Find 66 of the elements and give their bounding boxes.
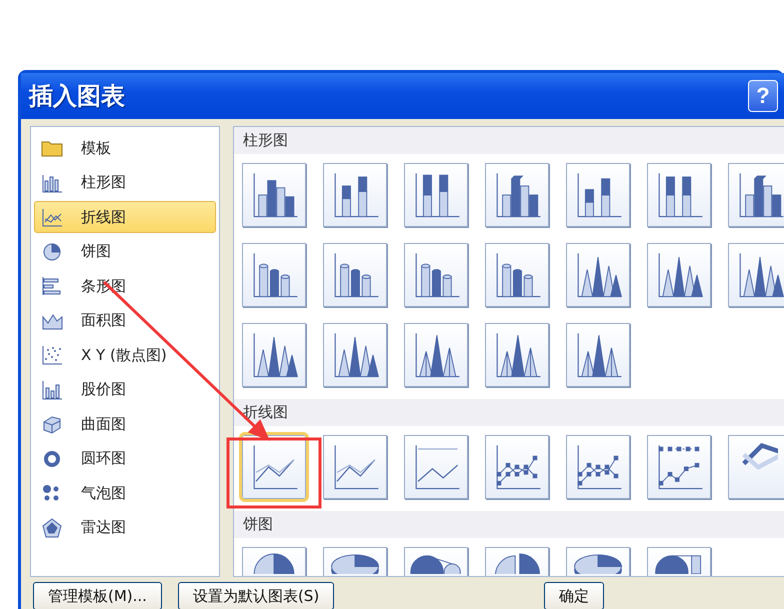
scatter-chart-icon: [41, 345, 63, 365]
bar-chart-icon: [41, 276, 63, 296]
chart-subtype-tile[interactable]: [485, 243, 549, 307]
chart-subtype-tile[interactable]: [242, 323, 306, 387]
chart-type-label: 折线图: [81, 208, 126, 226]
chart-subtype-tile[interactable]: [566, 163, 630, 227]
window-title: 插入图表: [29, 81, 125, 112]
chart-type-item[interactable]: 曲面图: [34, 408, 216, 440]
chart-type-label: 圆环图: [81, 449, 126, 468]
chart-type-item[interactable]: 雷达图: [34, 512, 216, 544]
chart-type-label: 气泡图: [81, 484, 126, 502]
chart-subtype-tile[interactable]: [647, 243, 711, 307]
chart-subtype-tile[interactable]: [242, 435, 306, 499]
pie-chart-icon: [41, 242, 63, 262]
chart-type-item[interactable]: 模板: [34, 132, 216, 164]
chart-type-label: X Y (散点图): [81, 346, 167, 364]
chart-subtype-tile[interactable]: [404, 323, 468, 387]
3d-line-chart-icon: [742, 440, 778, 471]
chart-subtype-tile[interactable]: [485, 435, 549, 499]
chart-subtype-tile[interactable]: [242, 243, 306, 307]
doughnut-chart-icon: [41, 448, 63, 468]
chart-subtype-tile[interactable]: [566, 435, 630, 499]
chart-type-label: 曲面图: [81, 414, 126, 434]
chart-type-label: 饼图: [81, 242, 111, 261]
chart-type-item[interactable]: 气泡图: [34, 477, 216, 509]
chart-type-item[interactable]: 折线图: [34, 201, 216, 233]
chart-type-item[interactable]: X Y (散点图): [34, 339, 216, 371]
line-chart-icon: [41, 207, 63, 227]
chart-subtype-tile[interactable]: [404, 435, 468, 499]
chart-subtype-tile[interactable]: [566, 323, 630, 387]
chart-subtype-tile[interactable]: [404, 163, 468, 227]
chart-type-label: 雷达图: [81, 518, 126, 537]
chart-subtype-tile[interactable]: [566, 243, 630, 307]
radar-chart-icon: [41, 518, 63, 538]
chart-subtype-tile[interactable]: [485, 323, 549, 387]
chart-subtype-tile[interactable]: [728, 163, 784, 227]
chart-subtype-tile[interactable]: [242, 163, 306, 227]
chart-subtype-tile[interactable]: [323, 323, 387, 387]
chart-type-label: 柱形图: [81, 173, 126, 192]
3d-pie-chart-icon: [571, 552, 625, 574]
column-chart-icon: [41, 172, 63, 192]
chart-subtype-tile[interactable]: [485, 163, 549, 227]
chart-type-label: 股价图: [81, 380, 126, 399]
chart-type-label: 面积图: [81, 311, 126, 330]
section-heading: 柱形图: [234, 127, 784, 154]
chart-subtype-tile[interactable]: [404, 243, 468, 307]
chart-type-item[interactable]: 圆环图: [34, 442, 216, 474]
chart-subtype-tile[interactable]: [323, 435, 387, 499]
chart-subtype-tile[interactable]: [728, 243, 784, 307]
chart-type-item[interactable]: 柱形图: [34, 166, 216, 198]
surface-chart-icon: [41, 414, 63, 434]
stock-chart-icon: [41, 380, 63, 400]
chart-subtype-tile[interactable]: [728, 435, 784, 499]
chart-type-item[interactable]: 股价图: [34, 374, 216, 406]
chart-subtype-tile[interactable]: [647, 435, 711, 499]
chart-type-item[interactable]: 面积图: [34, 304, 216, 336]
3d-pie-chart-icon: [328, 552, 382, 574]
dialog-button[interactable]: 管理模板(M)...: [33, 582, 162, 609]
dialog-button[interactable]: 设置为默认图表(S): [178, 582, 334, 609]
chart-subtype-tile[interactable]: [647, 163, 711, 227]
chart-subtype-tile[interactable]: [323, 163, 387, 227]
chart-subtype-tile[interactable]: [323, 243, 387, 307]
section-heading: 饼图: [234, 511, 784, 538]
dialog-button[interactable]: 确定: [544, 582, 604, 609]
chart-type-label: 模板: [81, 138, 111, 158]
chart-type-item[interactable]: 饼图: [34, 236, 216, 268]
